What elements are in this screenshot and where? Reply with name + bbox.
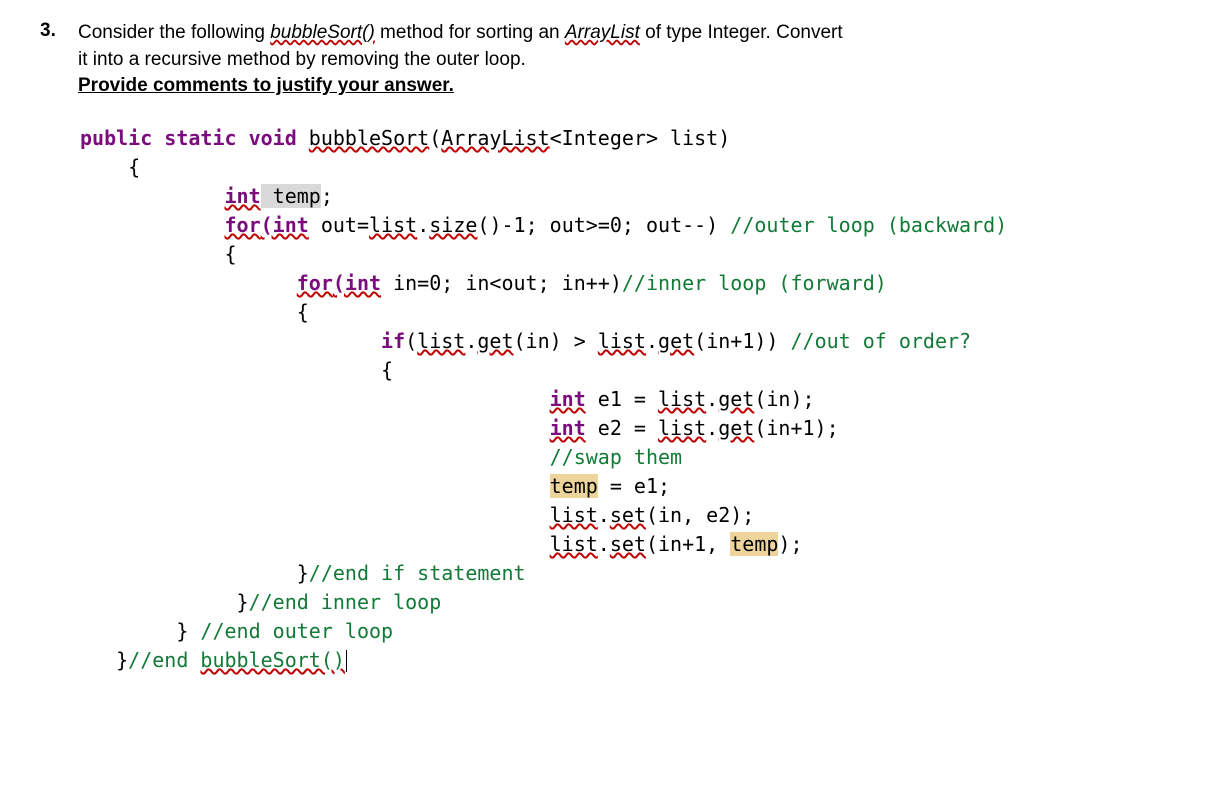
q-text-b: method for sorting an — [375, 22, 565, 43]
s6-arg-b: ); — [778, 532, 802, 556]
s2-get: get — [718, 416, 754, 440]
cmt-end-if: //end if statement — [309, 561, 526, 585]
dot7: . — [598, 532, 610, 556]
swap-indent6 — [80, 532, 550, 556]
question-text: Consider the following bubbleSort() meth… — [78, 20, 1190, 100]
s1-get: get — [718, 387, 754, 411]
text-cursor — [346, 650, 347, 672]
temp-rest: = e1; — [598, 474, 670, 498]
kw-if: if — [381, 329, 405, 353]
cmt-swap: //swap them — [550, 445, 682, 469]
dot3: . — [646, 329, 658, 353]
cmt-end-fn-b: bubbleSort() — [200, 648, 345, 672]
dot5: . — [706, 416, 718, 440]
type-arraylist: ArrayList — [441, 126, 549, 150]
if-list2: list — [598, 329, 646, 353]
kw-for-outer: for — [225, 213, 261, 237]
q-line2: it into a recursive method by removing t… — [78, 49, 526, 70]
kw-forint-outer: (int — [261, 213, 309, 237]
if-arg1: (in) > — [514, 329, 598, 353]
question-number: 3. — [40, 20, 78, 100]
kw-forint-inner: (int — [333, 271, 381, 295]
var-temp-decl: temp — [261, 184, 321, 208]
outer-rest: ()-1; out>=0; out--) — [477, 213, 730, 237]
brace-close-if: } — [80, 561, 309, 585]
s2-list: list — [658, 416, 706, 440]
cmt-outer-loop: //outer loop (backward) — [730, 213, 1007, 237]
indent — [80, 271, 297, 295]
brace-close-outer: } — [80, 619, 200, 643]
kw-int-e2: int — [550, 416, 586, 440]
swap-indent2 — [80, 416, 550, 440]
dot6: . — [598, 503, 610, 527]
kw-int-e1: int — [550, 387, 586, 411]
s6-set: set — [610, 532, 646, 556]
brace-open-inner: { — [80, 300, 309, 324]
s6-arg-a: (in+1, — [646, 532, 730, 556]
e1-eq: e1 = — [586, 387, 658, 411]
e2-eq: e2 = — [586, 416, 658, 440]
q-class-name: ArrayList — [565, 22, 640, 43]
q-instruction: Provide comments to justify your answer. — [78, 75, 454, 96]
if-arg2: (in+1)) — [694, 329, 790, 353]
kw-for-inner: for — [297, 271, 333, 295]
cmt-out-of-order: //out of order? — [790, 329, 971, 353]
outer-list: list — [369, 213, 417, 237]
s2-arg: (in+1); — [754, 416, 838, 440]
indent-if — [80, 329, 381, 353]
if-par: ( — [405, 329, 417, 353]
if-get2: get — [658, 329, 694, 353]
kw-public-static-void: public static void — [80, 126, 297, 150]
s1-arg: (in); — [754, 387, 814, 411]
brace-close-inner: } — [80, 590, 249, 614]
s6-list: list — [550, 532, 598, 556]
cmt-end-outer: //end outer loop — [200, 619, 393, 643]
paren-open: ( — [429, 126, 441, 150]
swap-indent1 — [80, 387, 550, 411]
method-name: bubbleSort — [309, 126, 429, 150]
code-block: public static void bubbleSort(ArrayList<… — [80, 124, 1190, 675]
cmt-end-fn-a: //end — [128, 648, 200, 672]
swap-indent3 — [80, 445, 550, 469]
s5-arg: (in, e2); — [646, 503, 754, 527]
inner-rest: in=0; in<out; in++) — [381, 271, 622, 295]
question-block: 3. Consider the following bubbleSort() m… — [40, 20, 1190, 100]
dot: . — [417, 213, 429, 237]
cmt-inner-loop: //inner loop (forward) — [622, 271, 887, 295]
s6-temp: temp — [730, 532, 778, 556]
s5-set: set — [610, 503, 646, 527]
swap-indent4 — [80, 474, 550, 498]
if-get1: get — [477, 329, 513, 353]
q-text-a: Consider the following — [78, 22, 270, 43]
s1-list: list — [658, 387, 706, 411]
brace-open-outer: { — [80, 242, 237, 266]
outer-assign: out= — [309, 213, 369, 237]
if-list1: list — [417, 329, 465, 353]
q-text-c: of type Integer. Convert — [640, 22, 843, 43]
s5-list: list — [550, 503, 598, 527]
q-method-name: bubbleSort() — [270, 22, 375, 43]
dot4: . — [706, 387, 718, 411]
kw-int: int — [225, 184, 261, 208]
temp-assign: temp — [550, 474, 598, 498]
brace-open-fn: { — [80, 155, 140, 179]
generic-params: <Integer> list) — [550, 126, 731, 150]
brace-close-fn: } — [80, 648, 128, 672]
outer-size: size — [429, 213, 477, 237]
dot2: . — [465, 329, 477, 353]
brace-open-if: { — [80, 358, 393, 382]
cmt-end-inner: //end inner loop — [249, 590, 442, 614]
swap-indent5 — [80, 503, 550, 527]
semi: ; — [321, 184, 333, 208]
